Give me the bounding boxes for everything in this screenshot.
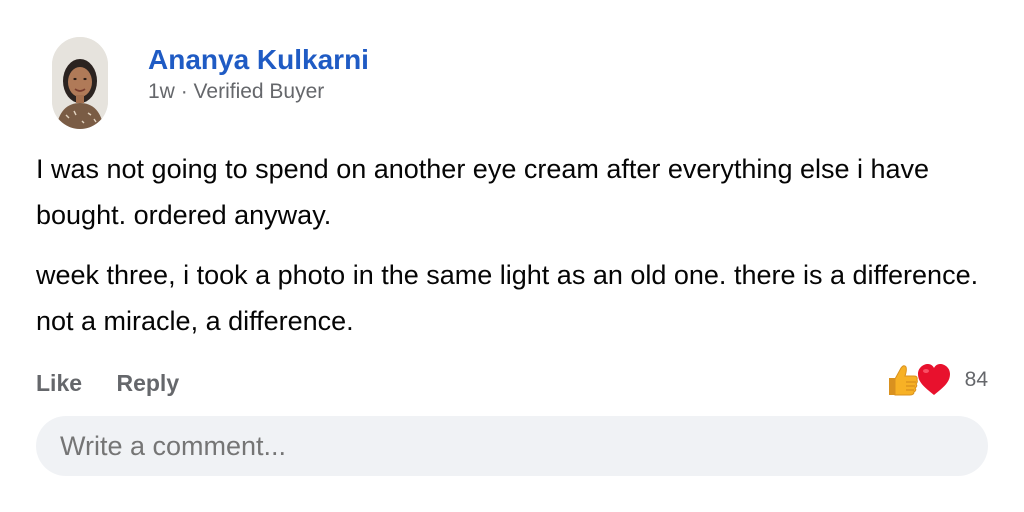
post-header: Ananya Kulkarni 1w · Verified Buyer [52,37,552,129]
reaction-count: 84 [964,368,988,391]
reply-button[interactable]: Reply [116,366,179,400]
post-body: I was not going to spend on another eye … [36,146,996,344]
verified-buyer-badge: Verified Buyer [193,80,325,103]
post-paragraph: I was not going to spend on another eye … [36,154,930,230]
comment-input[interactable] [36,416,988,476]
avatar[interactable] [52,37,108,129]
heart-icon [915,361,953,399]
post-meta: 1w · Verified Buyer [148,79,324,105]
meta-separator: · [180,80,188,103]
post-time[interactable]: 1w [148,80,175,103]
post-actions: Like Reply [36,366,209,400]
author-name[interactable]: Ananya Kulkarni [148,43,369,77]
post-paragraph: week three, i took a photo in the same l… [36,260,979,336]
like-button[interactable]: Like [36,366,82,400]
reaction-summary[interactable]: 84 [883,358,988,402]
avatar-photo [52,37,108,129]
